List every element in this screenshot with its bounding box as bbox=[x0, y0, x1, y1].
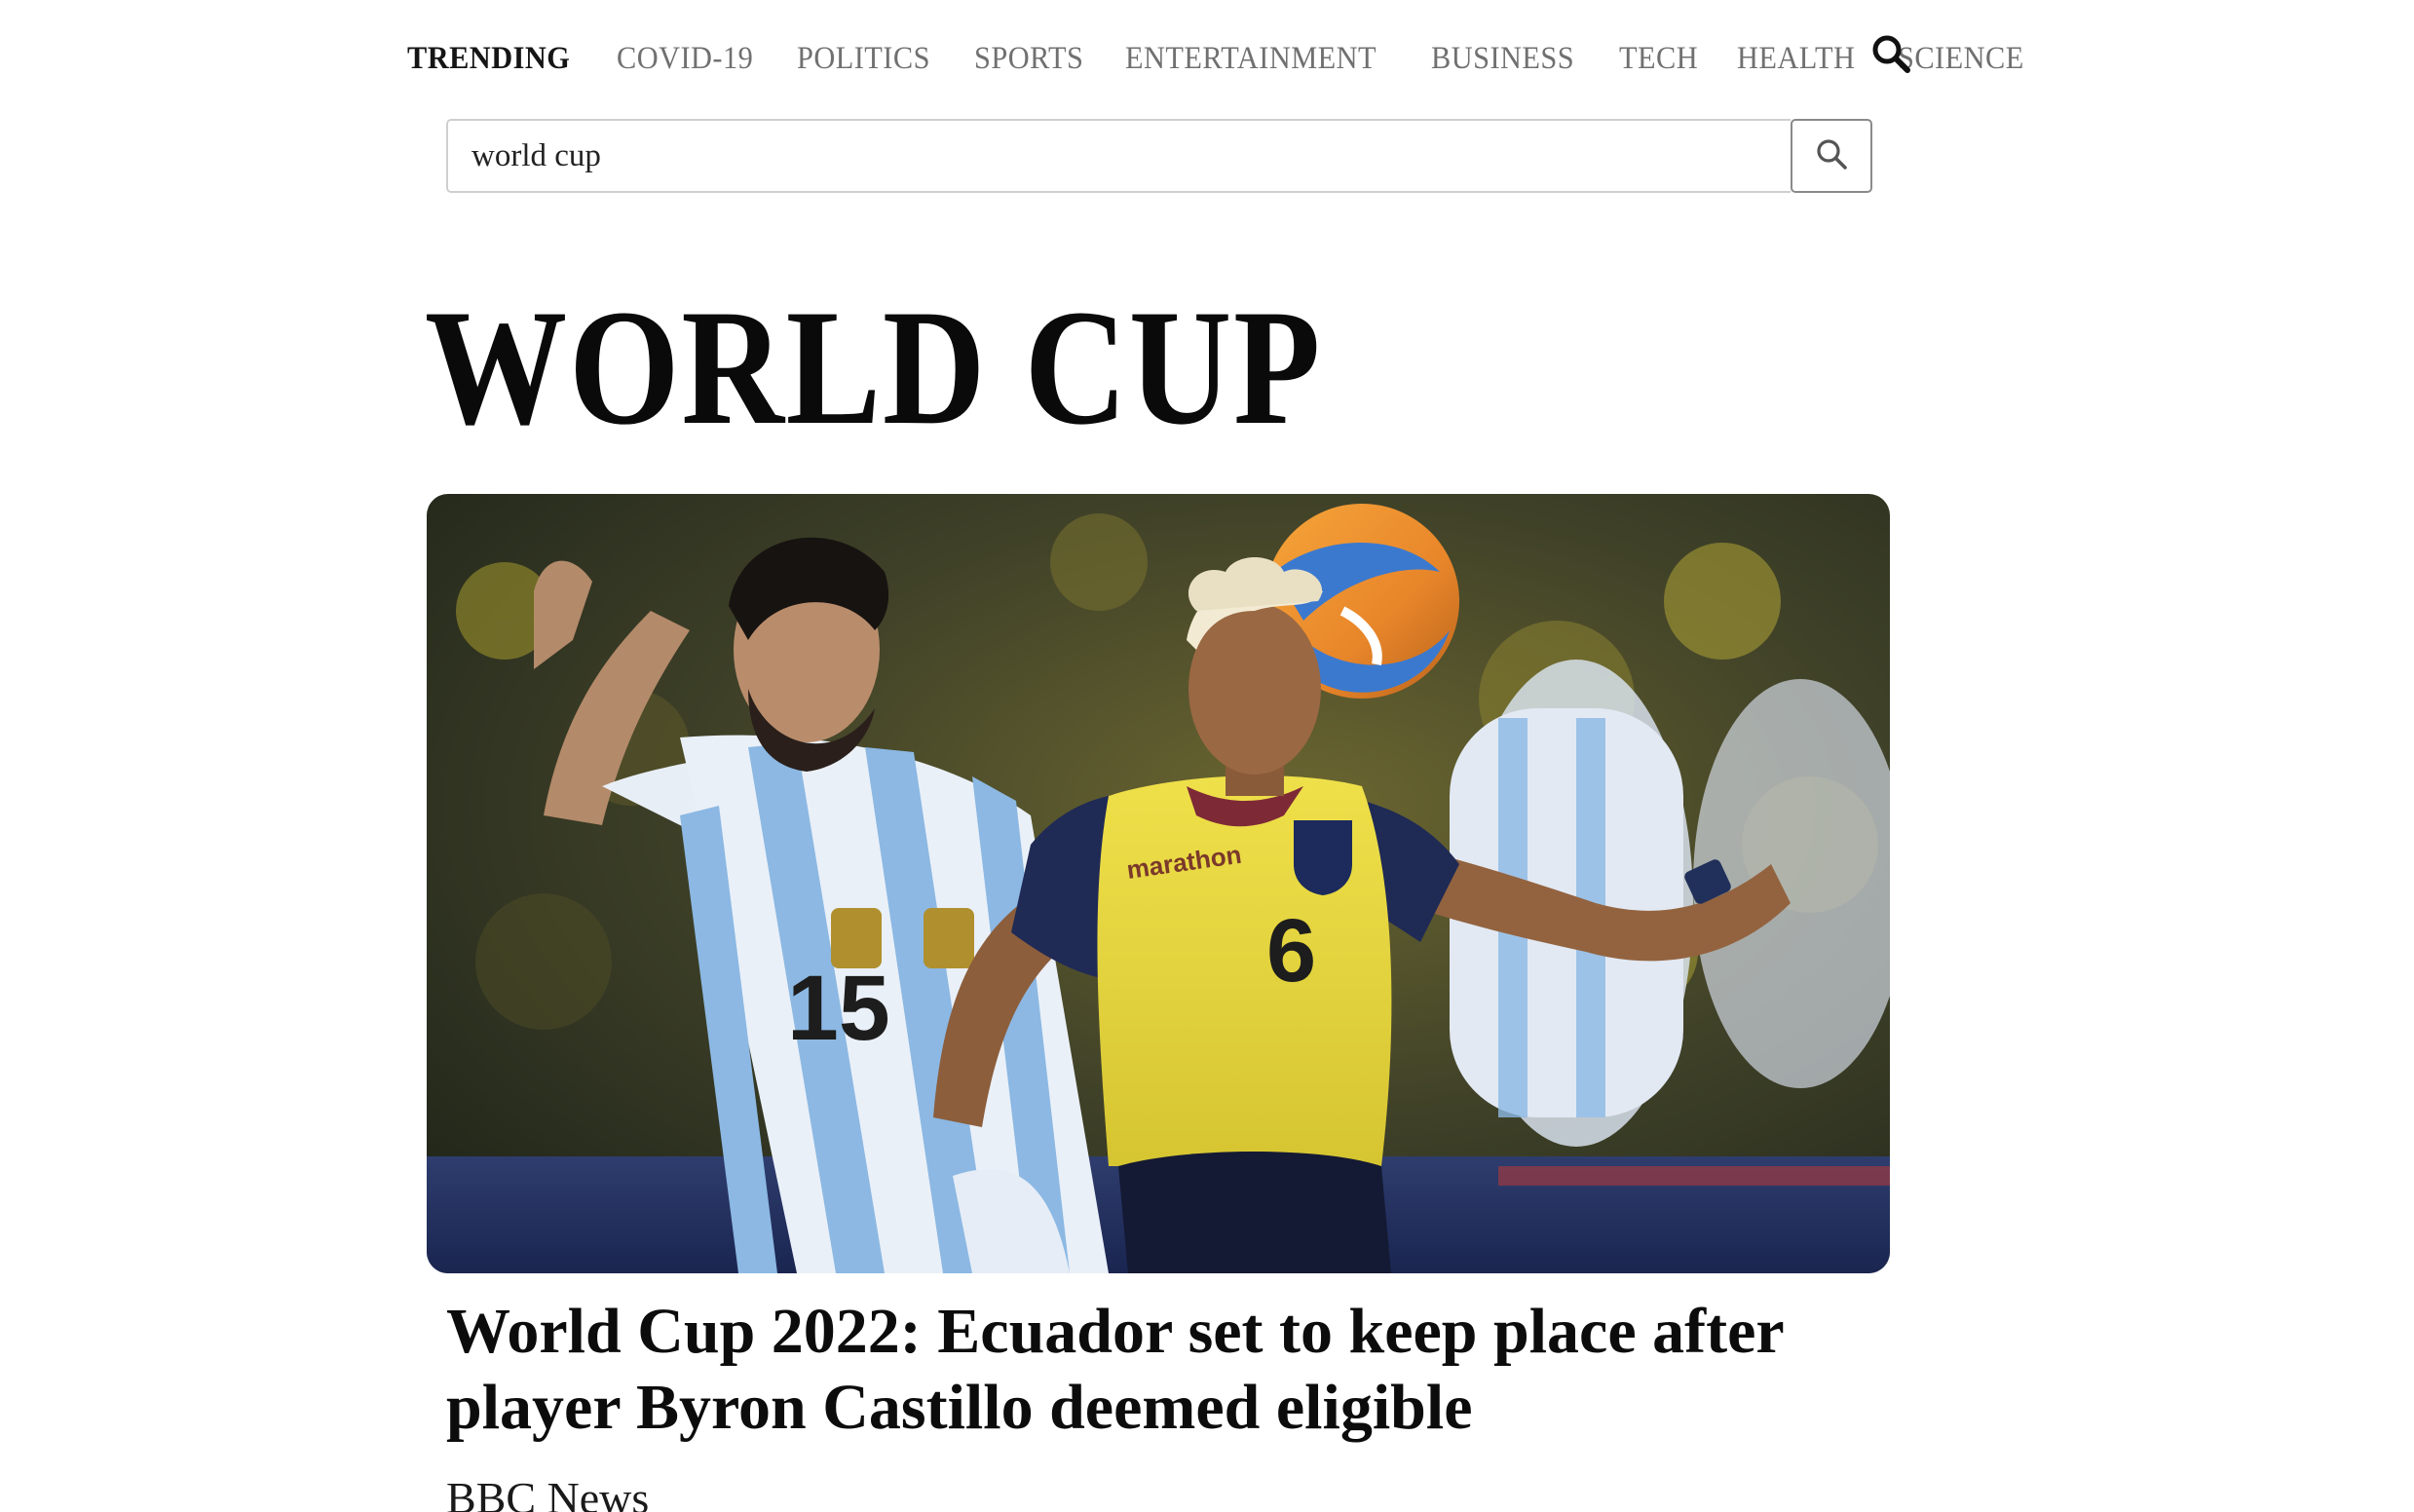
nav-item-health[interactable]: HEALTH bbox=[1737, 41, 1855, 77]
nav-item-trending[interactable]: TRENDING bbox=[407, 41, 570, 77]
search-icon bbox=[1815, 137, 1848, 175]
nav-item-science[interactable]: SCIENCE bbox=[1898, 41, 2024, 77]
article-image[interactable]: 15 marathon 6 bbox=[427, 494, 1890, 1273]
jersey-number-15: 15 bbox=[787, 957, 890, 1060]
search-input[interactable] bbox=[446, 119, 1791, 193]
search-icon[interactable] bbox=[1870, 33, 1911, 74]
nav-item-politics[interactable]: POLITICS bbox=[797, 41, 930, 77]
category-nav: TRENDING COVID-19 POLITICS SPORTS ENTERT… bbox=[407, 29, 2067, 88]
article-source: BBC News bbox=[446, 1473, 650, 1512]
page-title: WORLD CUP bbox=[425, 276, 1323, 459]
search-button[interactable] bbox=[1791, 119, 1872, 193]
nav-item-covid-19[interactable]: COVID-19 bbox=[617, 41, 753, 77]
search-bar bbox=[446, 119, 1872, 193]
article-headline[interactable]: World Cup 2022: Ecuador set to keep plac… bbox=[446, 1294, 1888, 1446]
nav-item-entertainment[interactable]: ENTERTAINMENT bbox=[1125, 41, 1377, 77]
page: TRENDING COVID-19 POLITICS SPORTS ENTERT… bbox=[0, 0, 2414, 1512]
nav-item-business[interactable]: BUSINESS bbox=[1431, 41, 1574, 77]
nav-item-tech[interactable]: TECH bbox=[1619, 41, 1698, 77]
nav-item-sports[interactable]: SPORTS bbox=[974, 41, 1083, 77]
jersey-number-6: 6 bbox=[1266, 901, 1316, 1001]
